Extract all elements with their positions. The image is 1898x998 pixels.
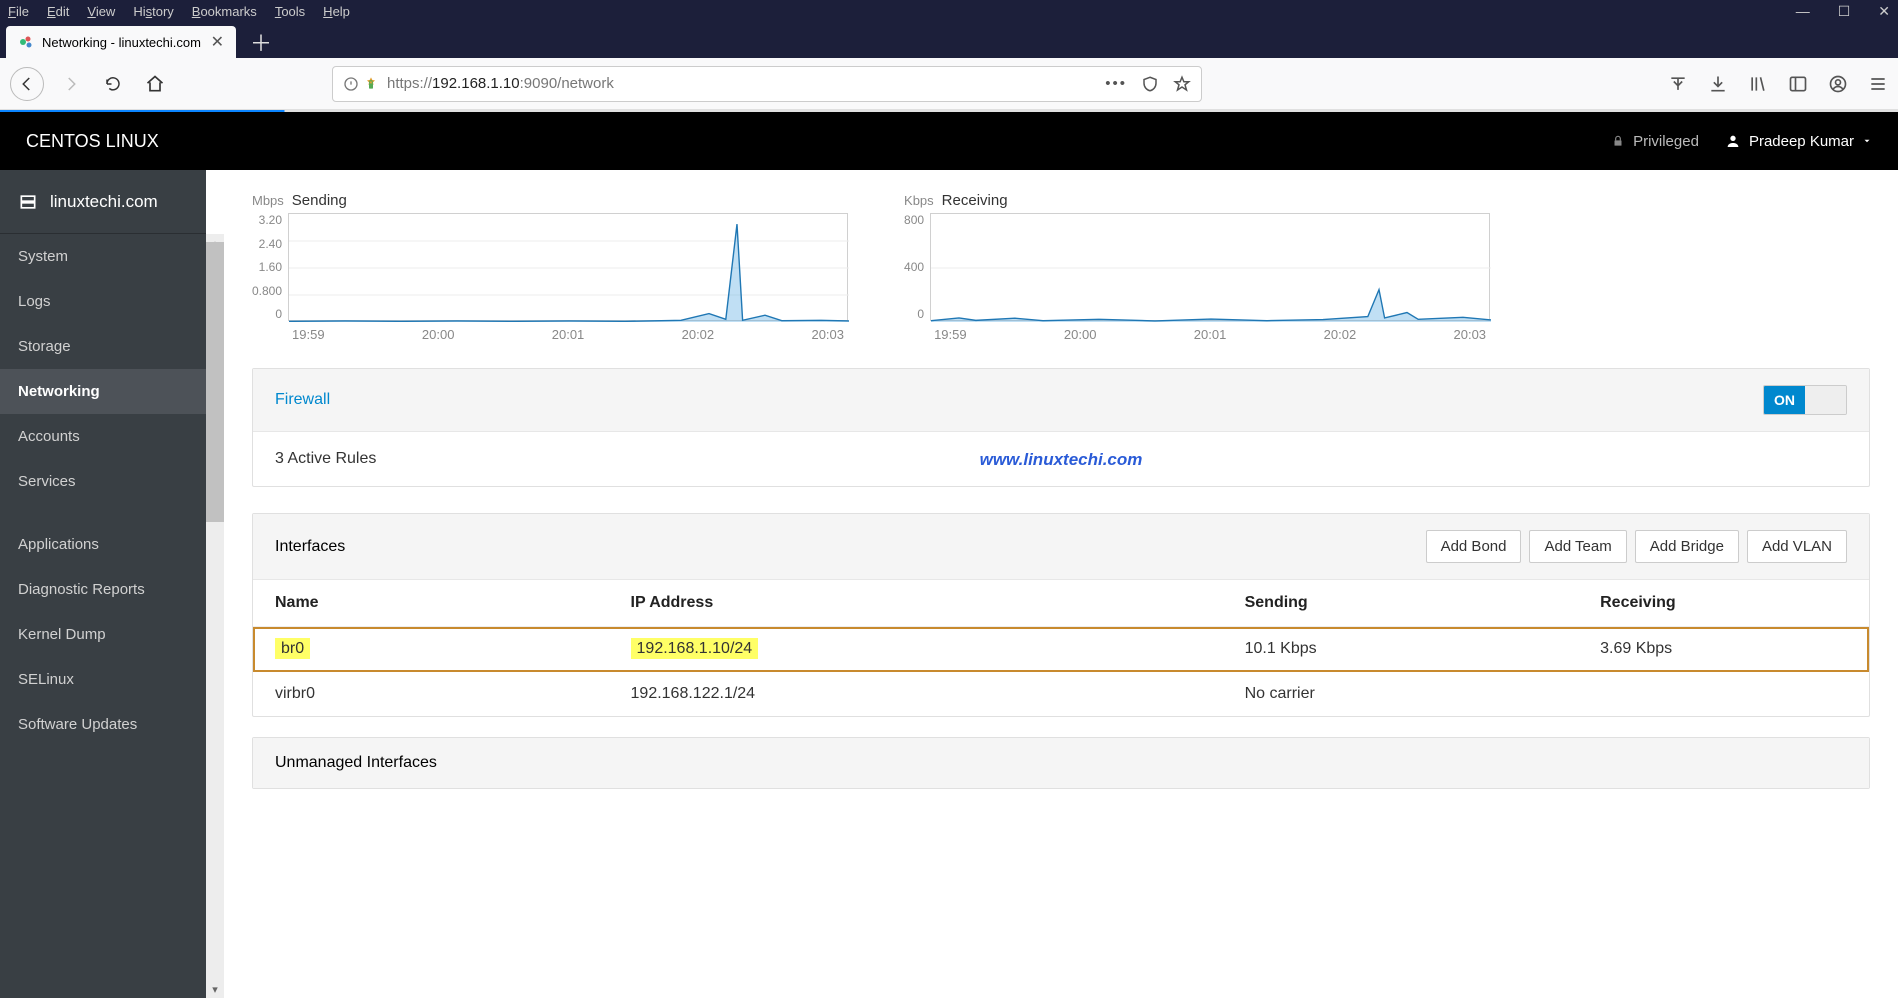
browser-menubar: File Edit View History Bookmarks Tools H… <box>0 0 1898 22</box>
new-tab-button[interactable]: ＋ <box>236 26 286 58</box>
toggle-off-side <box>1805 386 1846 414</box>
interfaces-panel: Interfaces Add BondAdd Team Add BridgeAdd… <box>252 513 1870 717</box>
account-icon[interactable] <box>1828 74 1848 94</box>
scroll-thumb[interactable] <box>206 242 224 522</box>
scroll-down-icon[interactable]: ▾ <box>206 980 224 998</box>
toggle-on-label: ON <box>1764 386 1805 414</box>
add-team-button[interactable]: Add Team <box>1529 530 1626 563</box>
sidebar-scrollbar[interactable]: ▴ ▾ <box>206 234 224 998</box>
sidebar-item-diagnostic-reports[interactable]: Diagnostic Reports <box>0 567 206 612</box>
reload-button[interactable] <box>98 69 128 99</box>
brand-text: CENTOS LINUX <box>26 131 159 152</box>
chart-sending: MbpsSending 3.202.401.600.8000 19:5920:0… <box>252 192 848 342</box>
chart-svg <box>289 214 849 322</box>
watermark-text: www.linuxtechi.com <box>980 450 1143 470</box>
favicon-icon <box>18 34 34 50</box>
save-to-pocket-icon[interactable] <box>1668 74 1688 94</box>
sidebar-item-applications[interactable]: Applications <box>0 522 206 567</box>
tracking-protection-icon[interactable] <box>1141 75 1159 93</box>
sidebar-item-kernel-dump[interactable]: Kernel Dump <box>0 612 206 657</box>
bookmark-star-icon[interactable] <box>1173 75 1191 93</box>
page-actions-icon[interactable]: ••• <box>1105 75 1127 92</box>
menu-tools[interactable]: Tools <box>275 4 305 19</box>
firewall-panel: Firewall ON 3 Active Rules www.linuxtech… <box>252 368 1870 487</box>
interfaces-title: Interfaces <box>275 538 345 556</box>
library-icon[interactable] <box>1748 74 1768 94</box>
interfaces-table: NameIP AddressSendingReceiving br0 192.1… <box>253 580 1869 716</box>
chart-receiving: KbpsReceiving 8004000 19:5920:0020:0120:… <box>904 192 1490 342</box>
site-info-icon[interactable] <box>343 76 379 92</box>
column-name: Name <box>253 580 609 627</box>
forward-button[interactable] <box>56 69 86 99</box>
menu-view[interactable]: View <box>87 4 115 19</box>
url-bar[interactable]: https://192.168.1.10:9090/network ••• <box>332 66 1202 102</box>
user-menu[interactable]: Pradeep Kumar <box>1725 133 1872 150</box>
privileged-indicator[interactable]: Privileged <box>1611 133 1699 150</box>
menu-help[interactable]: Help <box>323 4 350 19</box>
interface-row-virbr0[interactable]: virbr0 192.168.122.1/24 No carrier <box>253 672 1869 717</box>
sidebar-item-selinux[interactable]: SELinux <box>0 657 206 702</box>
firewall-rules-text: 3 Active Rules <box>275 450 376 467</box>
column-sending: Sending <box>1223 580 1579 627</box>
add-bridge-button[interactable]: Add Bridge <box>1635 530 1739 563</box>
add-vlan-button[interactable]: Add VLAN <box>1747 530 1847 563</box>
column-receiving: Receiving <box>1578 580 1869 627</box>
downloads-icon[interactable] <box>1708 74 1728 94</box>
sidebar-item-accounts[interactable]: Accounts <box>0 414 206 459</box>
interface-row-br0[interactable]: br0 192.168.1.10/24 10.1 Kbps 3.69 Kbps <box>253 627 1869 672</box>
url-toolbar: https://192.168.1.10:9090/network ••• <box>0 58 1898 110</box>
sidebar-item-services[interactable]: Services <box>0 459 206 504</box>
window-minimize-icon[interactable]: — <box>1796 3 1810 19</box>
tab-strip: Networking - linuxtechi.com ✕ ＋ <box>0 22 1898 58</box>
home-button[interactable] <box>140 69 170 99</box>
window-maximize-icon[interactable]: ☐ <box>1838 3 1851 20</box>
firewall-toggle[interactable]: ON <box>1763 385 1847 415</box>
back-button[interactable] <box>10 67 44 101</box>
column-ip-address: IP Address <box>609 580 1223 627</box>
sidebar-host-label: linuxtechi.com <box>50 192 158 212</box>
window-close-icon[interactable]: ✕ <box>1878 3 1890 20</box>
url-text: https://192.168.1.10:9090/network <box>387 75 1097 92</box>
sidebar-item-system[interactable]: System <box>0 234 206 279</box>
cockpit-header: CENTOS LINUX Privileged Pradeep Kumar <box>0 112 1898 170</box>
menu-file[interactable]: File <box>8 4 29 19</box>
sidebar: linuxtechi.com ▴ ▾ SystemLogsStorageNetw… <box>0 170 206 998</box>
sidebar-item-storage[interactable]: Storage <box>0 324 206 369</box>
menu-bookmarks[interactable]: Bookmarks <box>192 4 257 19</box>
menu-history[interactable]: History <box>133 4 173 19</box>
sidebar-item-networking[interactable]: Networking <box>0 369 206 414</box>
unmanaged-panel: Unmanaged Interfaces <box>252 737 1870 789</box>
hamburger-menu-icon[interactable] <box>1868 74 1888 94</box>
sidebar-toggle-icon[interactable] <box>1788 74 1808 94</box>
tab-close-icon[interactable]: ✕ <box>211 32 224 52</box>
main-content: MbpsSending 3.202.401.600.8000 19:5920:0… <box>224 170 1898 998</box>
unmanaged-title: Unmanaged Interfaces <box>275 754 437 772</box>
firewall-link[interactable]: Firewall <box>275 391 330 409</box>
menu-edit[interactable]: Edit <box>47 4 69 19</box>
sidebar-host[interactable]: linuxtechi.com <box>0 170 206 234</box>
browser-tab[interactable]: Networking - linuxtechi.com ✕ <box>6 26 236 58</box>
add-bond-button[interactable]: Add Bond <box>1426 530 1522 563</box>
tab-title: Networking - linuxtechi.com <box>42 35 201 50</box>
chart-svg <box>931 214 1491 322</box>
sidebar-item-software-updates[interactable]: Software Updates <box>0 702 206 747</box>
sidebar-item-logs[interactable]: Logs <box>0 279 206 324</box>
